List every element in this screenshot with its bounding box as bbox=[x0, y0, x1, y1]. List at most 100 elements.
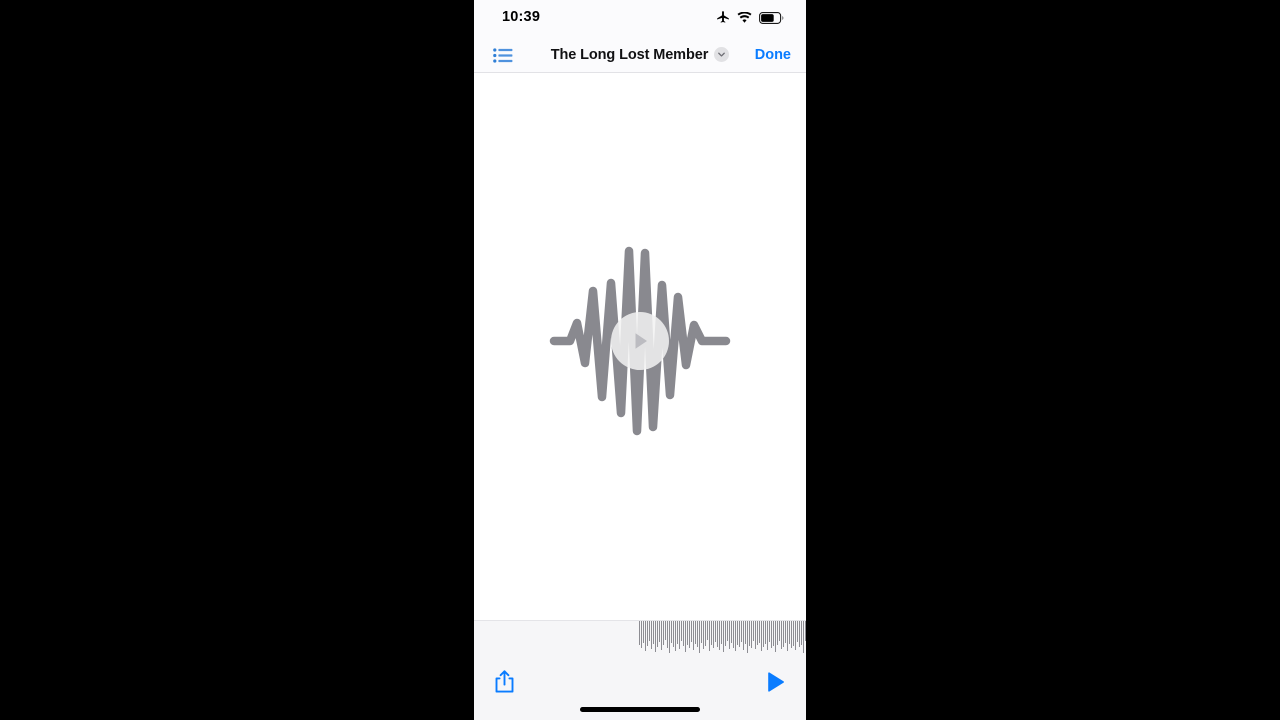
scrubber-bar bbox=[645, 621, 646, 651]
audio-scrubber-waveform[interactable] bbox=[639, 621, 806, 653]
scrubber-bar bbox=[713, 621, 714, 648]
scrubber-bar bbox=[747, 621, 748, 653]
scrubber-bar bbox=[677, 621, 678, 644]
scrubber-bar bbox=[755, 621, 756, 649]
status-bar-icons bbox=[716, 10, 784, 29]
scrubber-bar bbox=[731, 621, 732, 643]
scrubber-bar bbox=[709, 621, 710, 651]
share-icon[interactable] bbox=[488, 666, 520, 698]
scrubber-bar bbox=[661, 621, 662, 650]
scrubber-bar bbox=[669, 621, 670, 653]
bottom-toolbar bbox=[474, 620, 806, 720]
scrubber-bar bbox=[805, 621, 806, 641]
scrubber-bar bbox=[771, 621, 772, 648]
scrubber-bar bbox=[763, 621, 764, 647]
scrubber-bar bbox=[651, 621, 652, 649]
scrubber-bar bbox=[663, 621, 664, 645]
scrubber-bar bbox=[737, 621, 738, 645]
battery-icon bbox=[759, 11, 784, 29]
scrubber-bar bbox=[777, 621, 778, 645]
scrubber-bar bbox=[775, 621, 776, 652]
scrubber-bar bbox=[647, 621, 648, 646]
airplane-mode-icon bbox=[716, 10, 730, 29]
scrubber-bar bbox=[681, 621, 682, 641]
scrubber-bar bbox=[691, 621, 692, 642]
scrubber-bar bbox=[753, 621, 754, 641]
scrubber-bar bbox=[675, 621, 676, 651]
content-area bbox=[474, 73, 806, 620]
scrubber-bar bbox=[643, 621, 644, 643]
scrubber-bar bbox=[735, 621, 736, 651]
scrubber-bar bbox=[655, 621, 656, 652]
scrubber-bar bbox=[783, 621, 784, 647]
wifi-icon bbox=[737, 11, 752, 29]
scrubber-bar bbox=[779, 621, 780, 641]
scrubber-bar bbox=[687, 621, 688, 645]
list-bullet-icon[interactable] bbox=[491, 44, 515, 66]
scrubber-bar bbox=[683, 621, 684, 646]
scrubber-bar bbox=[671, 621, 672, 643]
scrubber-bar bbox=[703, 621, 704, 649]
scrubber-bar bbox=[701, 621, 702, 643]
play-triangle-icon[interactable] bbox=[760, 666, 792, 698]
done-button[interactable]: Done bbox=[755, 36, 791, 73]
scrubber-bar bbox=[745, 621, 746, 644]
chevron-down-icon[interactable] bbox=[714, 47, 730, 62]
play-overlay-button[interactable] bbox=[611, 312, 669, 370]
scrubber-bar bbox=[665, 621, 666, 640]
scrubber-bar bbox=[641, 621, 642, 648]
scrubber-bar bbox=[739, 621, 740, 647]
scrubber-bar bbox=[711, 621, 712, 645]
scrubber-bar bbox=[699, 621, 700, 653]
scrubber-bar bbox=[781, 621, 782, 649]
scrubber-bar bbox=[679, 621, 680, 649]
status-time: 10:39 bbox=[502, 9, 541, 25]
scrubber-bar bbox=[787, 621, 788, 651]
phone-screen: 10:39 The Long Lost Member Done bbox=[474, 0, 806, 720]
scrubber-bar bbox=[697, 621, 698, 647]
scrubber-bar bbox=[793, 621, 794, 646]
scrubber-bar bbox=[741, 621, 742, 642]
scrubber-bar bbox=[765, 621, 766, 644]
scrubber-bar bbox=[799, 621, 800, 647]
scrubber-bar bbox=[757, 621, 758, 645]
scrubber-bar bbox=[767, 621, 768, 650]
scrubber-bar bbox=[733, 621, 734, 648]
scrubber-bar bbox=[667, 621, 668, 648]
scrubber-bar bbox=[723, 621, 724, 652]
status-bar: 10:39 bbox=[474, 0, 806, 36]
scrubber-bar bbox=[673, 621, 674, 647]
scrubber-bar bbox=[707, 621, 708, 640]
screen-root: 10:39 The Long Lost Member Done bbox=[0, 0, 1280, 720]
scrubber-bar bbox=[801, 621, 802, 645]
scrubber-bar bbox=[725, 621, 726, 646]
scrubber-bar bbox=[803, 621, 804, 653]
nav-bar: The Long Lost Member Done bbox=[474, 36, 806, 73]
page-title: The Long Lost Member bbox=[550, 46, 709, 63]
scrubber-bar bbox=[759, 621, 760, 643]
scrubber-bar bbox=[719, 621, 720, 650]
scrubber-bar bbox=[649, 621, 650, 641]
scrubber-bar bbox=[693, 621, 694, 650]
scrubber-bar bbox=[705, 621, 706, 646]
scrubber-bar bbox=[791, 621, 792, 648]
scrubber-bar bbox=[785, 621, 786, 643]
scrubber-bar bbox=[751, 621, 752, 648]
scrubber-bar bbox=[727, 621, 728, 641]
home-indicator bbox=[580, 707, 700, 712]
scrubber-bar bbox=[689, 621, 690, 648]
scrubber-bar bbox=[639, 621, 640, 645]
scrubber-bar bbox=[657, 621, 658, 647]
scrubber-bar bbox=[653, 621, 654, 644]
scrubber-bar bbox=[659, 621, 660, 642]
scrubber-bar bbox=[721, 621, 722, 644]
scrubber-bar bbox=[773, 621, 774, 646]
scrubber-bar bbox=[797, 621, 798, 642]
scrubber-bar bbox=[717, 621, 718, 647]
scrubber-bar bbox=[789, 621, 790, 644]
scrubber-bar bbox=[795, 621, 796, 650]
scrubber-bar bbox=[743, 621, 744, 650]
scrubber-bar bbox=[729, 621, 730, 649]
scrubber-bar bbox=[685, 621, 686, 652]
scrubber-bar bbox=[715, 621, 716, 642]
